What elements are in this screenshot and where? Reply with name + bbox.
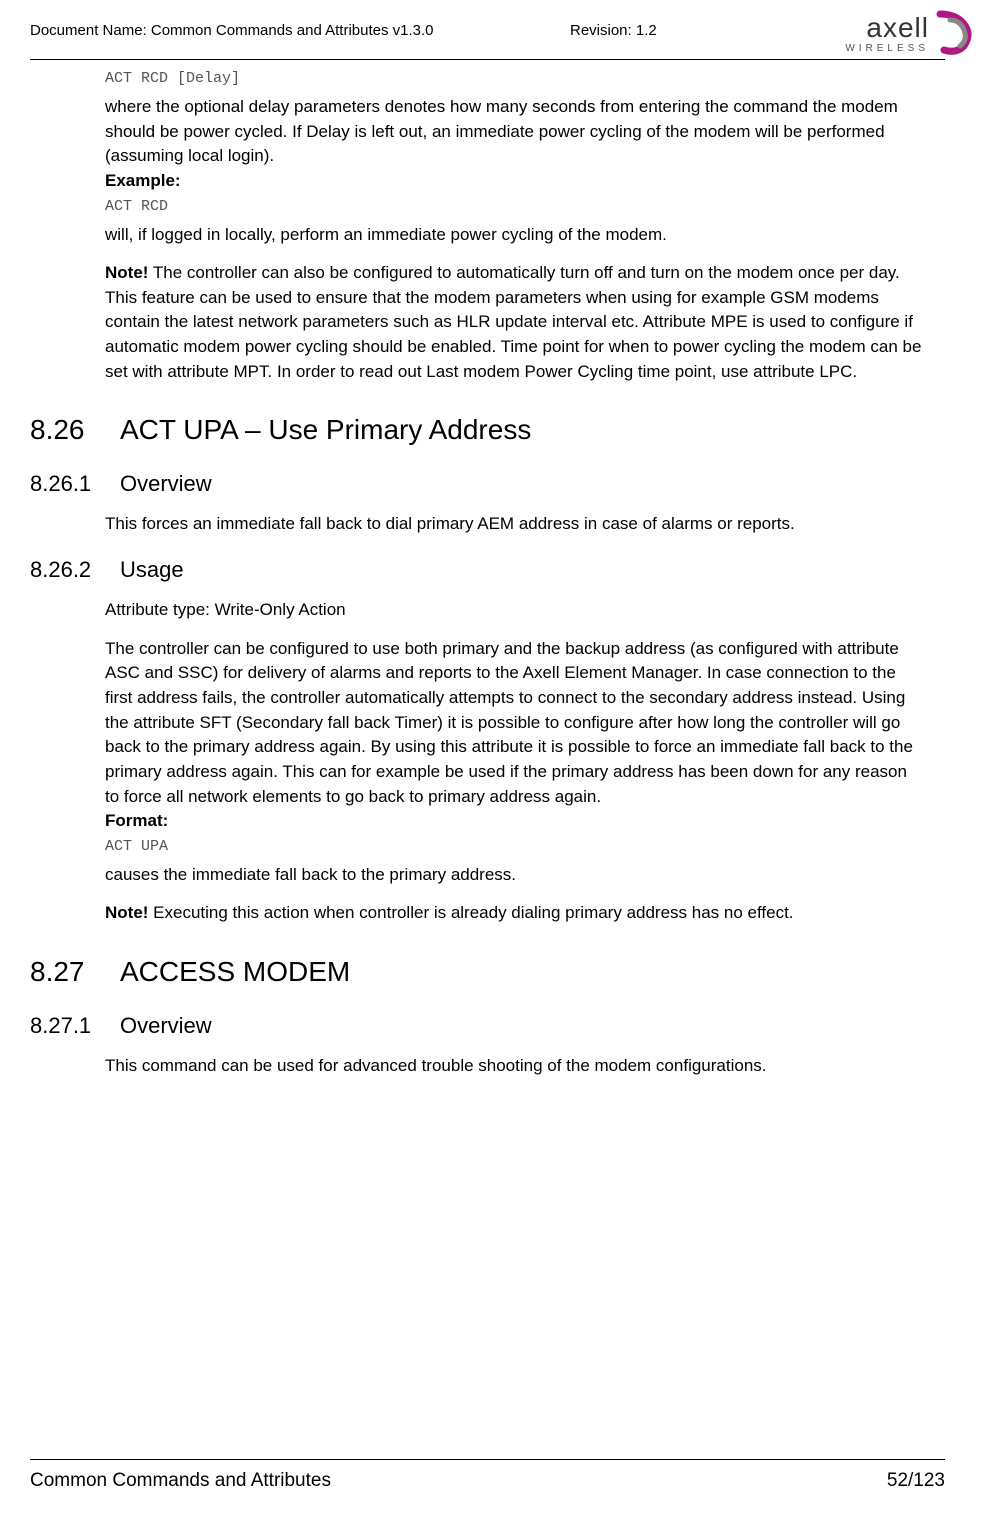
main-content: ACT RCD [Delay] where the optional delay… bbox=[30, 70, 945, 1079]
section-number: 8.27 bbox=[30, 956, 120, 988]
attribute-type: Attribute type: Write-Only Action bbox=[105, 598, 925, 623]
code-snippet: ACT UPA bbox=[105, 838, 925, 855]
logo-brand-sub: WIRELESS bbox=[845, 44, 929, 54]
note-label: Note! bbox=[105, 903, 148, 922]
format-label: Format: bbox=[105, 811, 168, 830]
subsection-title: Overview bbox=[120, 471, 212, 497]
overview-text: This forces an immediate fall back to di… bbox=[105, 512, 925, 537]
page-header: Document Name: Common Commands and Attri… bbox=[30, 20, 945, 44]
subsection-number: 8.26.1 bbox=[30, 471, 120, 497]
header-divider bbox=[30, 59, 945, 60]
subsection-heading: 8.26.2 Usage bbox=[105, 557, 925, 583]
subsection-title: Overview bbox=[120, 1013, 212, 1039]
example-description: will, if logged in locally, perform an i… bbox=[105, 223, 925, 248]
section-title: ACT UPA – Use Primary Address bbox=[120, 414, 531, 446]
section-heading: 8.26 ACT UPA – Use Primary Address bbox=[105, 414, 925, 446]
example-label: Example: bbox=[105, 171, 181, 190]
overview-text: This command can be used for advanced tr… bbox=[105, 1054, 925, 1079]
code-snippet: ACT RCD [Delay] bbox=[105, 70, 925, 87]
revision: Revision: 1.2 bbox=[570, 22, 657, 39]
subsection-title: Usage bbox=[120, 557, 184, 583]
doc-name: Document Name: Common Commands and Attri… bbox=[30, 20, 434, 39]
subsection-number: 8.27.1 bbox=[30, 1013, 120, 1039]
page-footer: Common Commands and Attributes 52/123 bbox=[30, 1459, 945, 1492]
logo-brand-name: axell bbox=[866, 14, 929, 42]
intro-paragraph: where the optional delay parameters deno… bbox=[105, 95, 925, 194]
note-label: Note! bbox=[105, 263, 148, 282]
brand-logo: axell WIRELESS bbox=[845, 10, 980, 58]
section-number: 8.26 bbox=[30, 414, 120, 446]
page-number: 52/123 bbox=[887, 1470, 945, 1492]
subsection-heading: 8.27.1 Overview bbox=[105, 1013, 925, 1039]
subsection-heading: 8.26.1 Overview bbox=[105, 471, 925, 497]
section-heading: 8.27 ACCESS MODEM bbox=[105, 956, 925, 988]
format-description: causes the immediate fall back to the pr… bbox=[105, 863, 925, 888]
subsection-number: 8.26.2 bbox=[30, 557, 120, 583]
footer-title: Common Commands and Attributes bbox=[30, 1470, 331, 1492]
note-paragraph: Note! Executing this action when control… bbox=[105, 901, 925, 926]
note-paragraph: Note! The controller can also be configu… bbox=[105, 261, 925, 384]
section-title: ACCESS MODEM bbox=[120, 956, 350, 988]
usage-paragraph: The controller can be configured to use … bbox=[105, 637, 925, 834]
swirl-icon bbox=[932, 10, 980, 58]
footer-divider bbox=[30, 1459, 945, 1460]
code-snippet: ACT RCD bbox=[105, 198, 925, 215]
